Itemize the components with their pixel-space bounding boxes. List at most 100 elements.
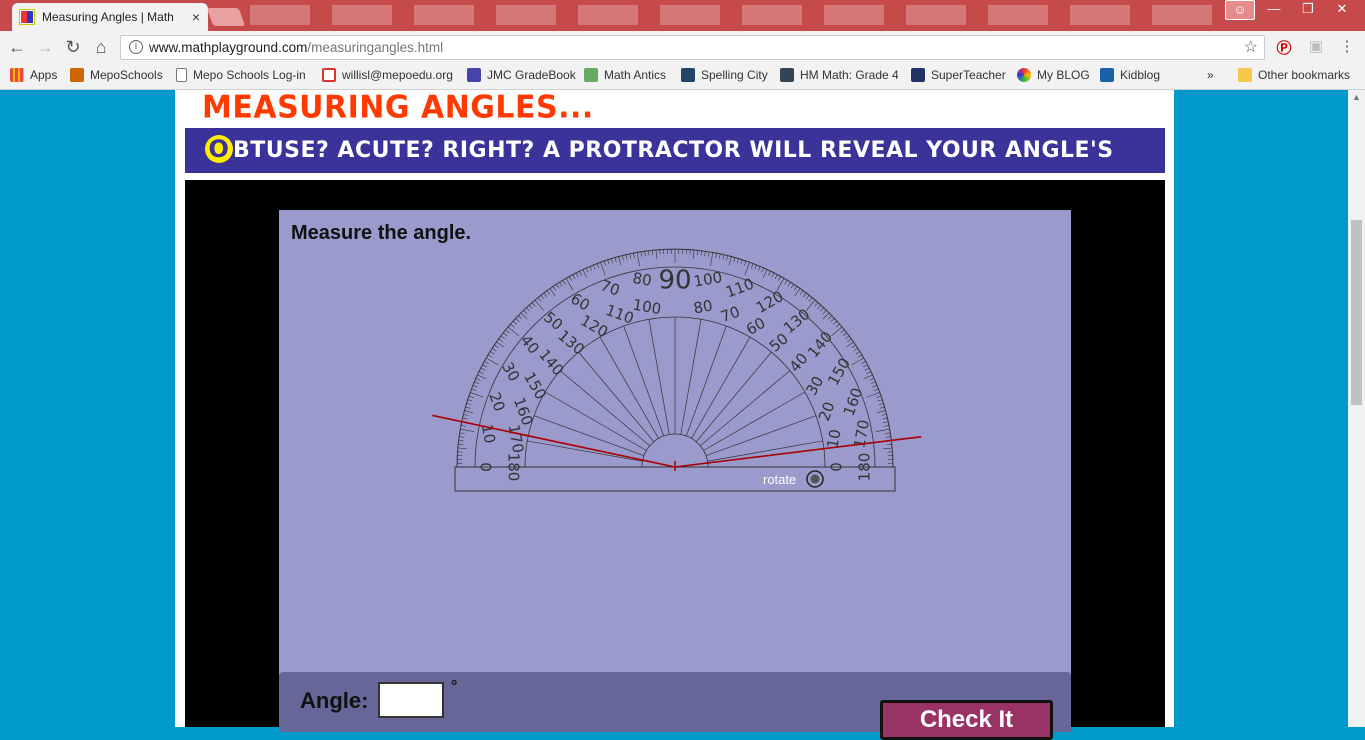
protractor-tick bbox=[467, 403, 472, 404]
bookmark-spelling-city[interactable]: Spelling City bbox=[681, 68, 768, 82]
close-window-icon[interactable]: ✕ bbox=[1327, 0, 1357, 20]
check-it-button[interactable]: Check It bbox=[880, 700, 1053, 740]
gmail-icon bbox=[322, 68, 336, 82]
pinterest-extension-icon[interactable]: Ⓟ bbox=[1274, 37, 1294, 57]
protractor-outer-label: 160 bbox=[840, 385, 867, 418]
bookmark-gmail[interactable]: willisl@mepoedu.org bbox=[322, 68, 453, 82]
protractor-tick bbox=[579, 271, 581, 275]
protractor-tick bbox=[583, 269, 587, 277]
protractor-tick bbox=[538, 298, 541, 302]
bookmark-apps[interactable]: Apps bbox=[10, 68, 57, 82]
chrome-menu-icon[interactable]: ⋮ bbox=[1337, 37, 1357, 57]
bookmark-meposchools[interactable]: MepoSchools bbox=[70, 68, 163, 82]
protractor-tick bbox=[553, 286, 556, 290]
protractor-radial-line bbox=[686, 326, 726, 436]
protractor-tick bbox=[886, 437, 891, 438]
reload-icon[interactable]: ↻ bbox=[62, 37, 84, 57]
minimize-icon[interactable]: — bbox=[1259, 0, 1289, 20]
protractor-tick bbox=[458, 448, 467, 449]
angle-input[interactable] bbox=[378, 682, 444, 718]
bookmarks-overflow-icon[interactable]: » bbox=[1207, 68, 1214, 82]
protractor-tick bbox=[496, 342, 503, 347]
protractor-tick bbox=[576, 273, 578, 277]
protractor-tick bbox=[458, 444, 463, 445]
tab-title: Measuring Angles | Math bbox=[42, 10, 186, 24]
protractor-tick bbox=[741, 260, 743, 265]
protractor-outer-label: 150 bbox=[824, 355, 854, 389]
site-info-icon[interactable]: i bbox=[129, 40, 143, 54]
forward-icon[interactable]: → bbox=[34, 37, 56, 57]
bookmark-hm-math[interactable]: HM Math: Grade 4 bbox=[780, 68, 899, 82]
extension-icon[interactable]: ▣ bbox=[1306, 37, 1326, 57]
address-bar[interactable]: i www.mathplayground.com/measuringangles… bbox=[120, 35, 1265, 60]
protractor-tick bbox=[846, 342, 853, 347]
browser-titlebar: Measuring Angles | Math × ☺ — ❐ ✕ bbox=[0, 0, 1365, 31]
protractor-tick bbox=[483, 365, 487, 367]
back-icon[interactable]: ← bbox=[6, 37, 28, 57]
home-icon[interactable]: ⌂ bbox=[90, 37, 112, 57]
protractor-tick bbox=[535, 300, 544, 311]
protractor-tick bbox=[608, 260, 610, 265]
degree-symbol: ° bbox=[451, 678, 457, 696]
protractor-tick bbox=[524, 310, 527, 314]
protractor-tick bbox=[513, 321, 517, 324]
protractor-outer-label: 60 bbox=[567, 289, 593, 314]
url-host: www.mathplayground.com bbox=[149, 40, 307, 55]
bookmark-jmc-gradebook[interactable]: JMC GradeBook bbox=[467, 68, 576, 82]
scroll-up-icon[interactable]: ▲ bbox=[1352, 92, 1361, 102]
protractor-tick bbox=[503, 333, 507, 336]
protractor-tick bbox=[820, 308, 823, 312]
protractor-outer-label: 110 bbox=[723, 275, 756, 302]
maximize-icon[interactable]: ❐ bbox=[1293, 0, 1323, 20]
protractor-tick bbox=[854, 348, 858, 351]
apps-grid-icon bbox=[10, 68, 24, 82]
protractor-tick bbox=[882, 414, 887, 415]
protractor-tick bbox=[556, 284, 559, 288]
answer-panel: Angle: ° Check It bbox=[279, 672, 1071, 732]
protractor-outer-label: 70 bbox=[598, 276, 622, 299]
protractor-outer-label: 180 bbox=[856, 453, 874, 482]
rotate-label: rotate bbox=[763, 472, 796, 487]
bookmark-superteacher[interactable]: SuperTeacher bbox=[911, 68, 1006, 82]
bookmark-math-antics[interactable]: Math Antics bbox=[584, 68, 666, 82]
bookmark-star-icon[interactable]: ☆ bbox=[1244, 36, 1258, 59]
protractor-tick bbox=[550, 288, 555, 295]
bookmark-kidblog[interactable]: Kidblog bbox=[1100, 68, 1160, 82]
new-tab-button[interactable] bbox=[207, 8, 246, 26]
protractor-tick bbox=[484, 361, 488, 363]
protractor-tick bbox=[865, 368, 869, 370]
kidblog-icon bbox=[1100, 68, 1114, 82]
protractor-tick bbox=[600, 262, 605, 275]
protractor-inner-label: 0 bbox=[828, 462, 846, 472]
bookmark-my-blog[interactable]: My BLOG bbox=[1017, 68, 1090, 82]
protractor-tick bbox=[464, 411, 473, 413]
protractor-tick bbox=[656, 250, 657, 259]
protractor-tick bbox=[529, 305, 532, 309]
protractor-tick bbox=[518, 316, 522, 319]
scrollbar-thumb[interactable] bbox=[1351, 220, 1362, 405]
protractor-tick bbox=[872, 385, 877, 387]
tab-close-icon[interactable]: × bbox=[192, 9, 200, 25]
protractor-inner-label: 100 bbox=[631, 296, 662, 319]
bookmark-mepo-login[interactable]: Mepo Schools Log-in bbox=[176, 68, 306, 82]
protractor-inner-label: 80 bbox=[692, 296, 714, 317]
protractor-tick bbox=[831, 327, 842, 336]
spelling-city-icon bbox=[681, 68, 695, 82]
protractor-tick bbox=[880, 407, 885, 408]
protractor-tick bbox=[697, 250, 698, 255]
protractor-tick bbox=[573, 275, 575, 279]
protractor-tick bbox=[716, 253, 717, 258]
protractor[interactable]: 0010102020303040405050606070708080100100… bbox=[279, 210, 1071, 670]
protractor-tick bbox=[719, 254, 720, 259]
protractor-tick bbox=[803, 293, 806, 297]
profile-icon[interactable]: ☺ bbox=[1225, 0, 1255, 20]
protractor-tick bbox=[874, 389, 879, 391]
protractor-tick bbox=[755, 265, 757, 270]
page-scrollbar[interactable]: ▲ bbox=[1348, 90, 1365, 727]
protractor-inner-label: 130 bbox=[554, 326, 588, 358]
protractor-tick bbox=[768, 271, 770, 275]
browser-tab[interactable]: Measuring Angles | Math × bbox=[12, 3, 208, 31]
protractor-outer-label: 140 bbox=[804, 328, 836, 362]
other-bookmarks[interactable]: Other bookmarks bbox=[1238, 68, 1350, 82]
protractor-tick bbox=[887, 444, 892, 445]
